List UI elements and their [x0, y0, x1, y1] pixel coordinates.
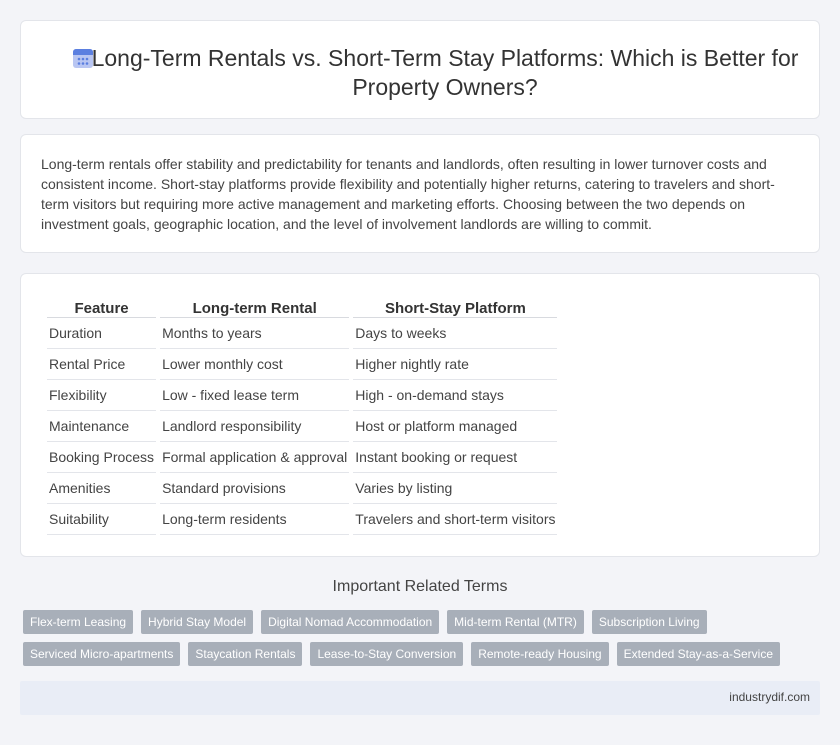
- table-cell: Low - fixed lease term: [160, 380, 350, 411]
- column-header-feature: Feature: [47, 296, 157, 318]
- related-term-tag[interactable]: Staycation Rentals: [188, 642, 303, 666]
- table-row: Amenities Standard provisions Varies by …: [47, 473, 558, 504]
- table-cell: Suitability: [47, 504, 157, 535]
- table-cell: Duration: [47, 318, 157, 349]
- table-cell: Amenities: [47, 473, 157, 504]
- table-cell: Formal application & approval: [160, 442, 350, 473]
- table-cell: Varies by listing: [353, 473, 558, 504]
- table-row: Maintenance Landlord responsibility Host…: [47, 411, 558, 442]
- table-cell: Long-term residents: [160, 504, 350, 535]
- table-row: Booking Process Formal application & app…: [47, 442, 558, 473]
- table-cell: Booking Process: [47, 442, 157, 473]
- related-term-tag[interactable]: Subscription Living: [591, 610, 707, 634]
- column-header-short-stay: Short-Stay Platform: [353, 296, 558, 318]
- table-cell: Lower monthly cost: [160, 349, 350, 380]
- column-header-long-term: Long-term Rental: [160, 296, 350, 318]
- footer-site-link[interactable]: industrydif.com: [729, 690, 810, 704]
- intro-paragraph: Long-term rentals offer stability and pr…: [41, 156, 775, 232]
- table-row: Suitability Long-term residents Traveler…: [47, 504, 558, 535]
- related-term-tag[interactable]: Mid-term Rental (MTR): [447, 610, 584, 634]
- table-cell: Maintenance: [47, 411, 157, 442]
- related-term-tag[interactable]: Extended Stay-as-a-Service: [616, 642, 781, 666]
- header-card: Long-Term Rentals vs. Short-Term Stay Pl…: [20, 20, 820, 119]
- table-row: Flexibility Low - fixed lease term High …: [47, 380, 558, 411]
- related-term-tag[interactable]: Serviced Micro-apartments: [23, 642, 181, 666]
- related-term-tag[interactable]: Hybrid Stay Model: [141, 610, 254, 634]
- intro-card: Long-term rentals offer stability and pr…: [20, 134, 820, 253]
- table-cell: Higher nightly rate: [353, 349, 558, 380]
- table-cell: Flexibility: [47, 380, 157, 411]
- table-cell: Host or platform managed: [353, 411, 558, 442]
- comparison-table: Feature Long-term Rental Short-Stay Plat…: [43, 296, 561, 535]
- table-cell: Travelers and short-term visitors: [353, 504, 558, 535]
- related-term-tag[interactable]: Lease-to-Stay Conversion: [310, 642, 464, 666]
- table-row: Duration Months to years Days to weeks: [47, 318, 558, 349]
- related-term-tag[interactable]: Flex-term Leasing: [23, 610, 134, 634]
- table-cell: Rental Price: [47, 349, 157, 380]
- table-cell: Months to years: [160, 318, 350, 349]
- table-cell: Instant booking or request: [353, 442, 558, 473]
- related-term-tag[interactable]: Digital Nomad Accommodation: [261, 610, 440, 634]
- table-cell: Standard provisions: [160, 473, 350, 504]
- footer: industrydif.com: [20, 681, 820, 715]
- related-terms-heading: Important Related Terms: [332, 578, 508, 595]
- related-term-tag[interactable]: Remote-ready Housing: [471, 642, 609, 666]
- table-row: Rental Price Lower monthly cost Higher n…: [47, 349, 558, 380]
- table-header-row: Feature Long-term Rental Short-Stay Plat…: [47, 296, 558, 318]
- table-cell: High - on-demand stays: [353, 380, 558, 411]
- related-terms-list: Flex-term Leasing Hybrid Stay Model Digi…: [23, 610, 813, 666]
- comparison-card: Feature Long-term Rental Short-Stay Plat…: [20, 273, 820, 557]
- table-cell: Days to weeks: [353, 318, 558, 349]
- table-cell: Landlord responsibility: [160, 411, 350, 442]
- page-title: Long-Term Rentals vs. Short-Term Stay Pl…: [91, 45, 799, 100]
